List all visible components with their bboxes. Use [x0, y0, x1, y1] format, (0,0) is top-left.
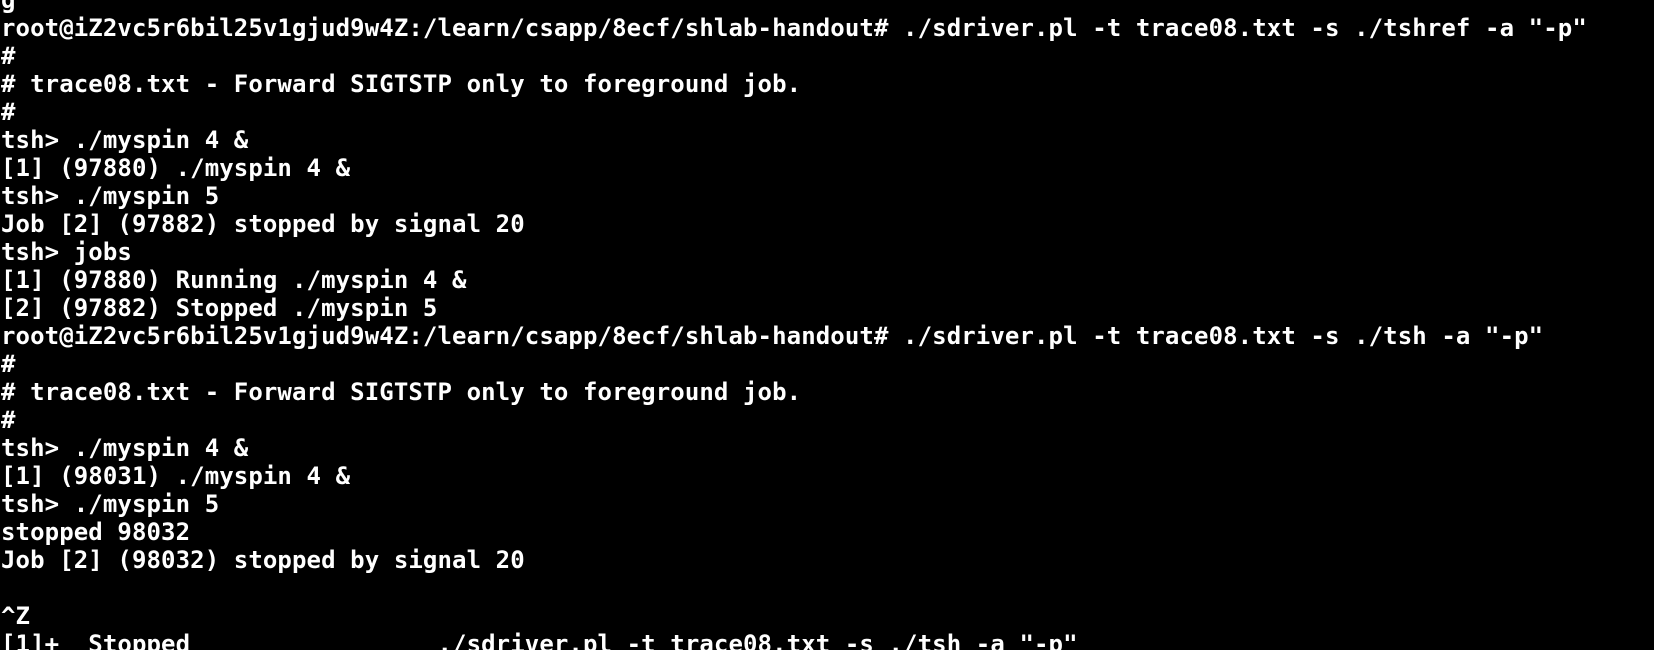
terminal-line: tsh> jobs — [1, 238, 132, 266]
terminal-output: g root@iZ2vc5r6bil25v1gjud9w4Z:/learn/cs… — [1, 0, 1587, 650]
terminal-window[interactable]: g root@iZ2vc5r6bil25v1gjud9w4Z:/learn/cs… — [0, 0, 1654, 650]
terminal-line: [1] (97880) ./myspin 4 & — [1, 154, 351, 182]
terminal-line: g — [1, 0, 16, 14]
terminal-line: Job [2] (98032) stopped by signal 20 — [1, 546, 525, 574]
terminal-line: [1]+ Stopped ./sdriver.pl -t trace08.txt… — [1, 630, 1078, 650]
terminal-line: tsh> ./myspin 5 — [1, 490, 220, 518]
terminal-line: Job [2] (97882) stopped by signal 20 — [1, 210, 525, 238]
terminal-line: tsh> ./myspin 4 & — [1, 434, 249, 462]
terminal-line: [1] (97880) Running ./myspin 4 & — [1, 266, 467, 294]
terminal-line: # — [1, 350, 16, 378]
terminal-line: ^Z — [1, 602, 31, 630]
terminal-line: root@iZ2vc5r6bil25v1gjud9w4Z:/learn/csap… — [1, 14, 1587, 42]
terminal-line: stopped 98032 — [1, 518, 191, 546]
terminal-line: root@iZ2vc5r6bil25v1gjud9w4Z:/learn/csap… — [1, 322, 1544, 350]
terminal-line: # trace08.txt - Forward SIGTSTP only to … — [1, 378, 802, 406]
terminal-line: tsh> ./myspin 5 — [1, 182, 220, 210]
terminal-line: # trace08.txt - Forward SIGTSTP only to … — [1, 70, 802, 98]
terminal-line: # — [1, 406, 16, 434]
terminal-line: # — [1, 98, 16, 126]
terminal-line: tsh> ./myspin 4 & — [1, 126, 249, 154]
terminal-line: [2] (97882) Stopped ./myspin 5 — [1, 294, 438, 322]
terminal-line: [1] (98031) ./myspin 4 & — [1, 462, 351, 490]
terminal-line: # — [1, 42, 16, 70]
